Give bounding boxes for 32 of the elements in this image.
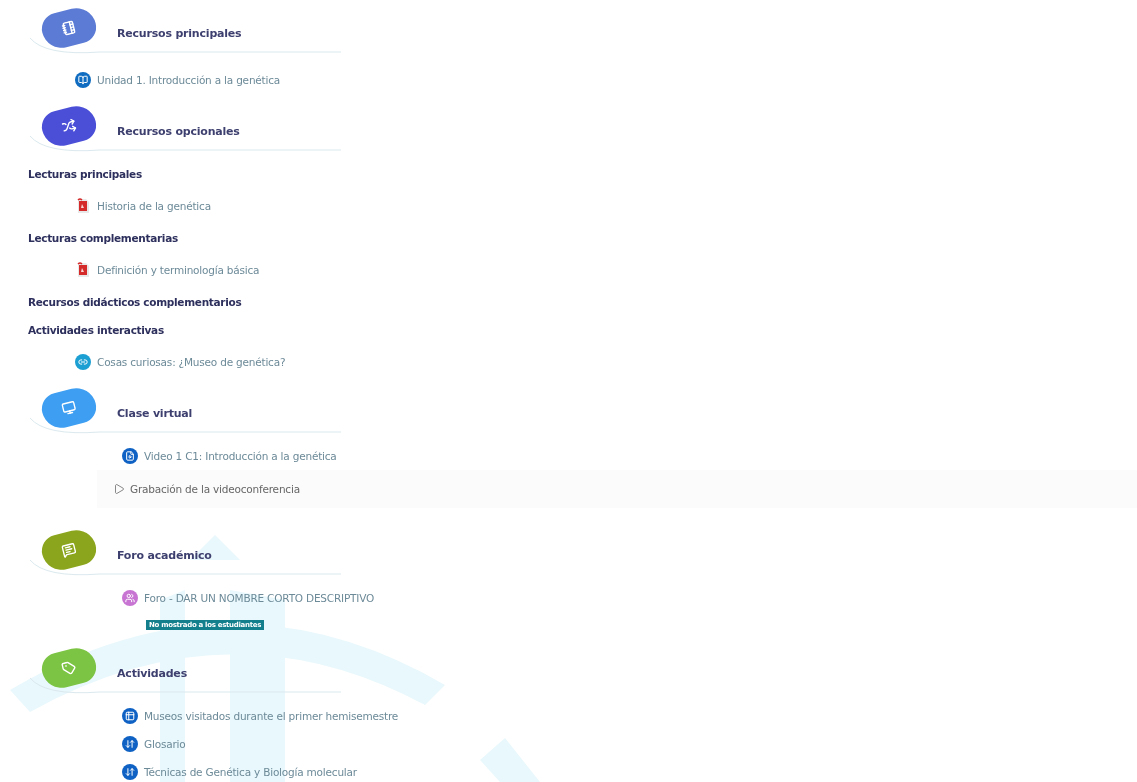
activity-link[interactable]: Unidad 1. Introducción a la genética: [97, 74, 281, 86]
video-file-icon: [122, 448, 138, 464]
section-title: Clase virtual: [117, 406, 193, 420]
activity-link[interactable]: Técnicas de Genética y Biología molecular: [144, 766, 357, 778]
play-icon: [113, 483, 125, 495]
pdf-file-icon: [75, 198, 91, 214]
tag-icon: [60, 659, 78, 677]
activity-link[interactable]: Definición y terminología básica: [97, 264, 260, 276]
activity-link[interactable]: Video 1 C1: Introducción a la genética: [144, 450, 337, 462]
activity-link[interactable]: Foro - DAR UN NOMBRE CORTO DESCRIPTIVO: [144, 592, 375, 604]
chat-icon: [60, 541, 78, 559]
section-title: Recursos opcionales: [117, 124, 240, 138]
section-title: Actividades: [117, 666, 187, 680]
people-icon: [122, 590, 138, 606]
activity-link[interactable]: Museos visitados durante el primer hemisemestre: [144, 710, 399, 722]
activity-link[interactable]: Historia de la genética: [97, 200, 211, 212]
section-title: Foro académico: [117, 548, 212, 562]
section-title: Recursos principales: [117, 26, 242, 40]
table-icon: [122, 708, 138, 724]
activity-link[interactable]: Cosas curiosas: ¿Museo de genética?: [97, 356, 286, 368]
subsection-heading: Recursos didácticos complementarios: [27, 295, 243, 310]
monitor-icon: [60, 399, 78, 417]
subsection-heading: Lecturas complementarias: [27, 231, 179, 246]
book-icon: [75, 72, 91, 88]
subsection-heading: Actividades interactivas: [27, 323, 165, 338]
pdf-file-icon: [75, 262, 91, 278]
sort-icon: [122, 736, 138, 752]
notebook-icon: [60, 19, 78, 37]
subsection-heading: Lecturas principales: [27, 167, 143, 182]
activity-link[interactable]: Glosario: [144, 738, 186, 750]
recording-link[interactable]: Grabación de la videoconferencia: [130, 483, 300, 495]
link-icon: [75, 354, 91, 370]
